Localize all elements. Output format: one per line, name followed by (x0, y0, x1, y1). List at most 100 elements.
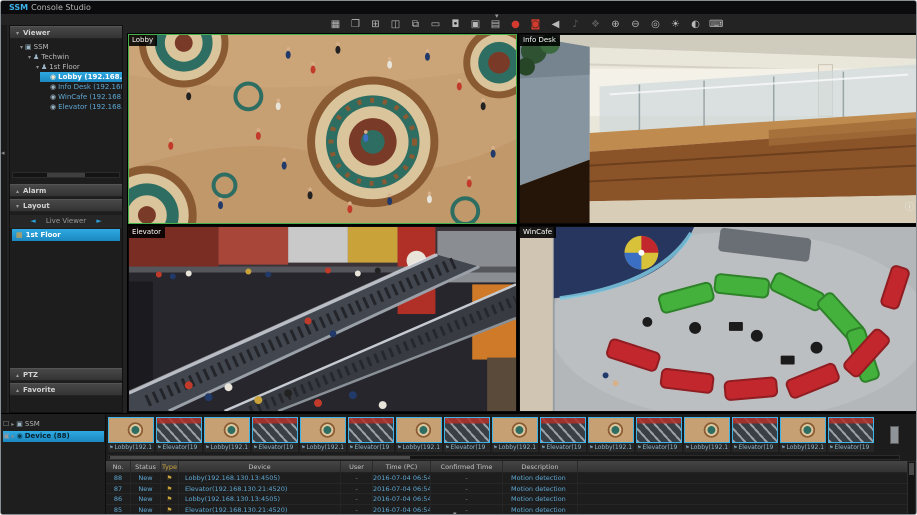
ptz-section-header[interactable]: ▴PTZ (10, 368, 122, 381)
event-thumbnail[interactable]: ⚑Elevator(19 (252, 417, 298, 454)
monitor-out-icon[interactable]: ▭ (429, 18, 442, 32)
camera-flag-icon: ⚑ (205, 445, 209, 451)
tree-item-camera-elevator[interactable]: ◉Elevator (192.168.1 (50, 102, 122, 112)
event-thumbnail[interactable]: ⚑Lobby(192.1 (396, 417, 442, 454)
thumbnail-scrollbar[interactable] (108, 455, 900, 460)
layout-grid-icon[interactable]: ▦ (329, 18, 342, 32)
brightness-icon[interactable]: ☀ (669, 18, 682, 32)
event-thumbnail[interactable]: ⚑Elevator(19 (732, 417, 778, 454)
user-group-icon: ♟ (33, 53, 39, 61)
event-thumbnail[interactable]: ⚑Lobby(192.1 (780, 417, 826, 454)
tree-horizontal-scrollbar[interactable] (12, 172, 120, 178)
event-table-scrollbar[interactable] (907, 461, 916, 515)
scrollbar-thumb[interactable] (47, 173, 85, 177)
thumbnail-image (732, 417, 778, 443)
event-thumbnail[interactable]: ⚑Lobby(192.1 (300, 417, 346, 454)
record-icon[interactable]: ● (509, 18, 522, 32)
checkbox-icon[interactable]: ☐ (3, 420, 9, 428)
event-thumbnail[interactable]: ⚑Elevator(19 (444, 417, 490, 454)
event-row[interactable]: 86New⚑Lobby(192.168.130.13:4505)-2016-07… (106, 494, 907, 505)
camera-flag-icon: ⚑ (301, 445, 305, 451)
dual-screen-icon[interactable]: ◫ (389, 18, 402, 32)
event-thumbnail[interactable]: ⚑Elevator(19 (828, 417, 874, 454)
favorite-section-header[interactable]: ▴Favorite (10, 383, 122, 396)
event-row[interactable]: 88New⚑Lobby(192.168.130.13:4505)-2016-07… (106, 473, 907, 484)
viewer-section-header[interactable]: ▾Viewer (10, 26, 122, 39)
event-row[interactable]: 87New⚑Elevator(192.168.130.21:4520)-2016… (106, 484, 907, 495)
prev-arrow-icon[interactable]: ◄ (30, 217, 35, 225)
camera-flag-icon: ⚑ (445, 445, 449, 451)
camera-flag-icon: ⚑ (637, 445, 641, 451)
thumbnail-image (828, 417, 874, 443)
event-thumbnail[interactable]: ⚑Elevator(19 (348, 417, 394, 454)
video-tile-wincafe[interactable]: WinCafe (519, 226, 917, 412)
copy-layout-icon[interactable]: ⧉ (409, 18, 422, 32)
scrollbar-thumb[interactable] (110, 456, 410, 459)
col-status[interactable]: Status (131, 461, 161, 472)
event-thumbnail[interactable]: ⚑Elevator(19 (156, 417, 202, 454)
scrollbar-thumb[interactable] (909, 463, 914, 475)
sidebar-collapse-icon[interactable]: ◂ (1, 149, 5, 157)
event-thumbnail[interactable]: ⚑Lobby(192.1 (204, 417, 250, 454)
event-tree-item-ssm[interactable]: ☐▸▣SSM (3, 419, 104, 430)
info-icon[interactable]: ⓘ (905, 200, 914, 213)
print-icon[interactable]: ▤ (489, 18, 502, 32)
col-filler (578, 461, 907, 472)
event-thumbnail[interactable]: ⚑Lobby(192.1 (108, 417, 154, 454)
tree-item-camera-info-desk[interactable]: ◉Info Desk (192.168 (50, 82, 122, 92)
video-tile-lobby[interactable]: Lobby (128, 34, 517, 224)
server-icon: ▣ (16, 420, 23, 428)
contrast-icon[interactable]: ◐ (689, 18, 702, 32)
event-thumbnail-strip: ⚑Lobby(192.1 ⚑Elevator(19 ⚑Lobby(192.1 ⚑… (108, 417, 874, 454)
event-thumbnail[interactable]: ⚑Elevator(19 (540, 417, 586, 454)
zoom-out-icon[interactable]: ⊖ (629, 18, 642, 32)
ptz-pan-icon[interactable]: ❖ (589, 18, 602, 32)
layout-item-1st-floor[interactable]: ▦1st Floor (12, 229, 120, 241)
zoom-in-icon[interactable]: ⊕ (609, 18, 622, 32)
col-time[interactable]: Time (PC) (373, 461, 431, 472)
event-thumbnail[interactable]: ⚑Elevator(19 (636, 417, 682, 454)
thumbnail-image (540, 417, 586, 443)
video-tile-info-desk[interactable]: Info Desk ⓘ (519, 34, 917, 224)
col-device[interactable]: Device (179, 461, 341, 472)
col-no[interactable]: No. (106, 461, 131, 472)
thumbnail-image (444, 417, 490, 443)
col-description[interactable]: Description (503, 461, 578, 472)
tree-item-techwin[interactable]: ▾♟Techwin (28, 52, 120, 62)
tree-item-camera-wincafe[interactable]: ◉WinCafe (192.168.1 (50, 92, 122, 102)
quad-split-icon[interactable]: ⊞ (369, 18, 382, 32)
thumbnail-strip-button[interactable] (890, 426, 899, 444)
snapshot-camera-icon[interactable]: ▣ (469, 18, 482, 32)
tree-item-ssm[interactable]: ▾▣SSM (20, 42, 120, 52)
event-thumbnail[interactable]: ⚑Lobby(192.1 (492, 417, 538, 454)
camera-flag-icon: ⚑ (781, 445, 785, 451)
event-thumbnail[interactable]: ⚑Lobby(192.1 (684, 417, 730, 454)
checkbox-icon[interactable]: ▣ (3, 432, 10, 440)
app-window: SSM Console Studio ▾ ▦ ❐ ⊞ ◫ ⧉ ▭ ◘ ▣ ▤ ●… (0, 0, 917, 515)
event-row[interactable]: 85New⚑Elevator(192.168.130.21:4520)-2016… (106, 505, 907, 515)
chevron-down-icon: ▾ (20, 44, 23, 51)
tree-item-camera-lobby[interactable]: ◉Lobby (192.168.13 (40, 72, 122, 82)
toolbar: ▦ ❐ ⊞ ◫ ⧉ ▭ ◘ ▣ ▤ ● ◙ ◀ ♪ ❖ ⊕ ⊖ ◎ ☀ ◐ ⌨ (329, 17, 722, 33)
tree-item-1st-floor[interactable]: ▾♟1st Floor (36, 62, 120, 72)
col-type[interactable]: Type (161, 461, 179, 472)
tile-label-lobby: Lobby (129, 35, 157, 46)
osd-keyboard-icon[interactable]: ⌨ (709, 18, 722, 32)
record-all-icon[interactable]: ◙ (529, 18, 542, 32)
video-tile-elevator[interactable]: Elevator (128, 226, 517, 412)
layout-section-header[interactable]: ▾Layout (10, 199, 122, 212)
next-arrow-icon[interactable]: ► (96, 217, 101, 225)
zoom-reset-icon[interactable]: ◎ (649, 18, 662, 32)
panel-collapse-icon[interactable]: ▾ (453, 510, 457, 515)
camera-flag-icon: ⚑ (493, 445, 497, 451)
alarm-section-header[interactable]: ▴Alarm (10, 184, 122, 197)
col-user[interactable]: User (341, 461, 373, 472)
audio-icon[interactable]: ◀ (549, 18, 562, 32)
event-tree-item-device[interactable]: ▣▸◉Device (88) (3, 431, 104, 442)
event-thumbnail[interactable]: ⚑Lobby(192.1 (588, 417, 634, 454)
mic-icon[interactable]: ♪ (569, 18, 582, 32)
cascade-windows-icon[interactable]: ❐ (349, 18, 362, 32)
alarm-lock-icon[interactable]: ◘ (449, 18, 462, 32)
camera-flag-icon: ⚑ (685, 445, 689, 451)
col-confirmed-time[interactable]: Confirmed Time (431, 461, 503, 472)
